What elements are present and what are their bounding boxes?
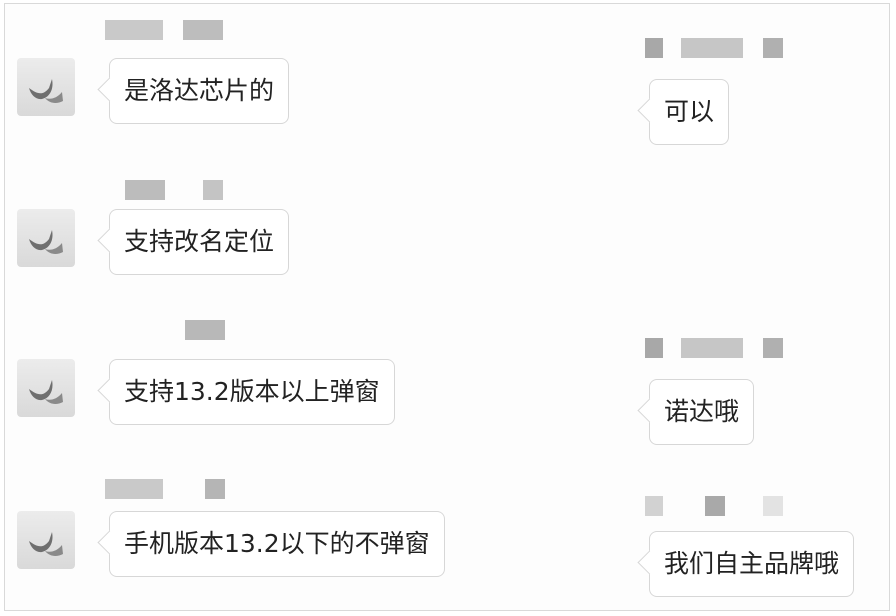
message-bubble-reply[interactable]: 可以 bbox=[649, 79, 730, 145]
chat-screenshot: 是洛达芯片的 可以 支持改名定位 支持13.2版本以上弹窗 诺达哦 手机版本13… bbox=[4, 3, 890, 611]
avatar[interactable] bbox=[17, 58, 75, 116]
sender-name-blurred bbox=[645, 338, 785, 358]
shoes-icon bbox=[29, 79, 63, 103]
message-text: 是洛达芯片的 bbox=[124, 76, 275, 105]
sender-name-blurred bbox=[105, 479, 225, 499]
sender-name-blurred bbox=[105, 20, 225, 40]
message-bubble-incoming[interactable]: 手机版本13.2以下的不弹窗 bbox=[109, 511, 445, 577]
sender-name-blurred bbox=[645, 496, 785, 516]
message-text: 手机版本13.2以下的不弹窗 bbox=[124, 529, 430, 558]
message-text: 可以 bbox=[664, 97, 715, 126]
avatar[interactable] bbox=[17, 209, 75, 267]
sender-name-blurred bbox=[125, 180, 235, 200]
sender-name-blurred bbox=[645, 38, 785, 58]
shoes-icon bbox=[29, 230, 63, 254]
message-bubble-reply[interactable]: 我们自主品牌哦 bbox=[649, 531, 855, 597]
message-bubble-incoming[interactable]: 支持13.2版本以上弹窗 bbox=[109, 359, 395, 425]
message-text: 诺达哦 bbox=[664, 397, 740, 426]
shoes-icon bbox=[29, 380, 63, 404]
avatar[interactable] bbox=[17, 359, 75, 417]
shoes-icon bbox=[29, 532, 63, 556]
message-text: 我们自主品牌哦 bbox=[664, 549, 840, 578]
sender-name-blurred bbox=[185, 320, 227, 340]
message-bubble-incoming[interactable]: 支持改名定位 bbox=[109, 209, 290, 275]
message-text: 支持13.2版本以上弹窗 bbox=[124, 377, 380, 406]
message-text: 支持改名定位 bbox=[124, 227, 275, 256]
message-bubble-reply[interactable]: 诺达哦 bbox=[649, 379, 755, 445]
message-bubble-incoming[interactable]: 是洛达芯片的 bbox=[109, 58, 290, 124]
avatar[interactable] bbox=[17, 511, 75, 569]
